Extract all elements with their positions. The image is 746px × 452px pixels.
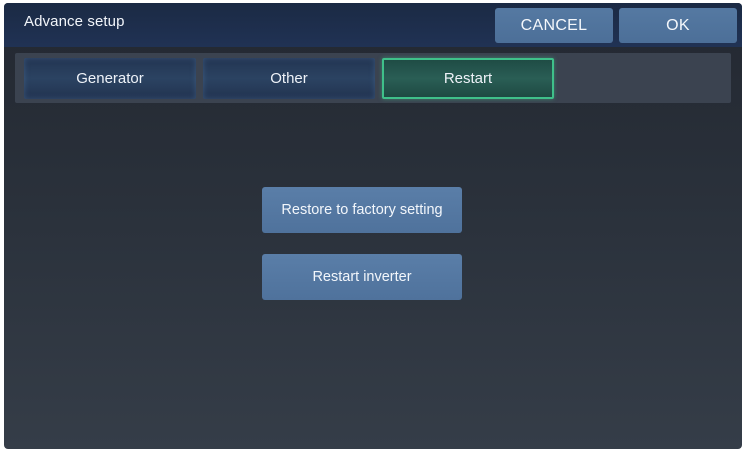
tab-bar: Generator Other Restart (15, 53, 731, 103)
tab-restart[interactable]: Restart (382, 58, 554, 99)
tab-generator[interactable]: Generator (24, 58, 196, 99)
page-title: Advance setup (24, 13, 125, 30)
restart-inverter-button[interactable]: Restart inverter (262, 254, 462, 300)
advance-setup-screen: Advance setup CANCEL OK Generator Other … (4, 3, 742, 449)
header-bar: Advance setup CANCEL OK (4, 3, 742, 47)
cancel-button[interactable]: CANCEL (495, 8, 613, 43)
ok-button[interactable]: OK (619, 8, 737, 43)
tab-other[interactable]: Other (203, 58, 375, 99)
restore-factory-button[interactable]: Restore to factory setting (262, 187, 462, 233)
